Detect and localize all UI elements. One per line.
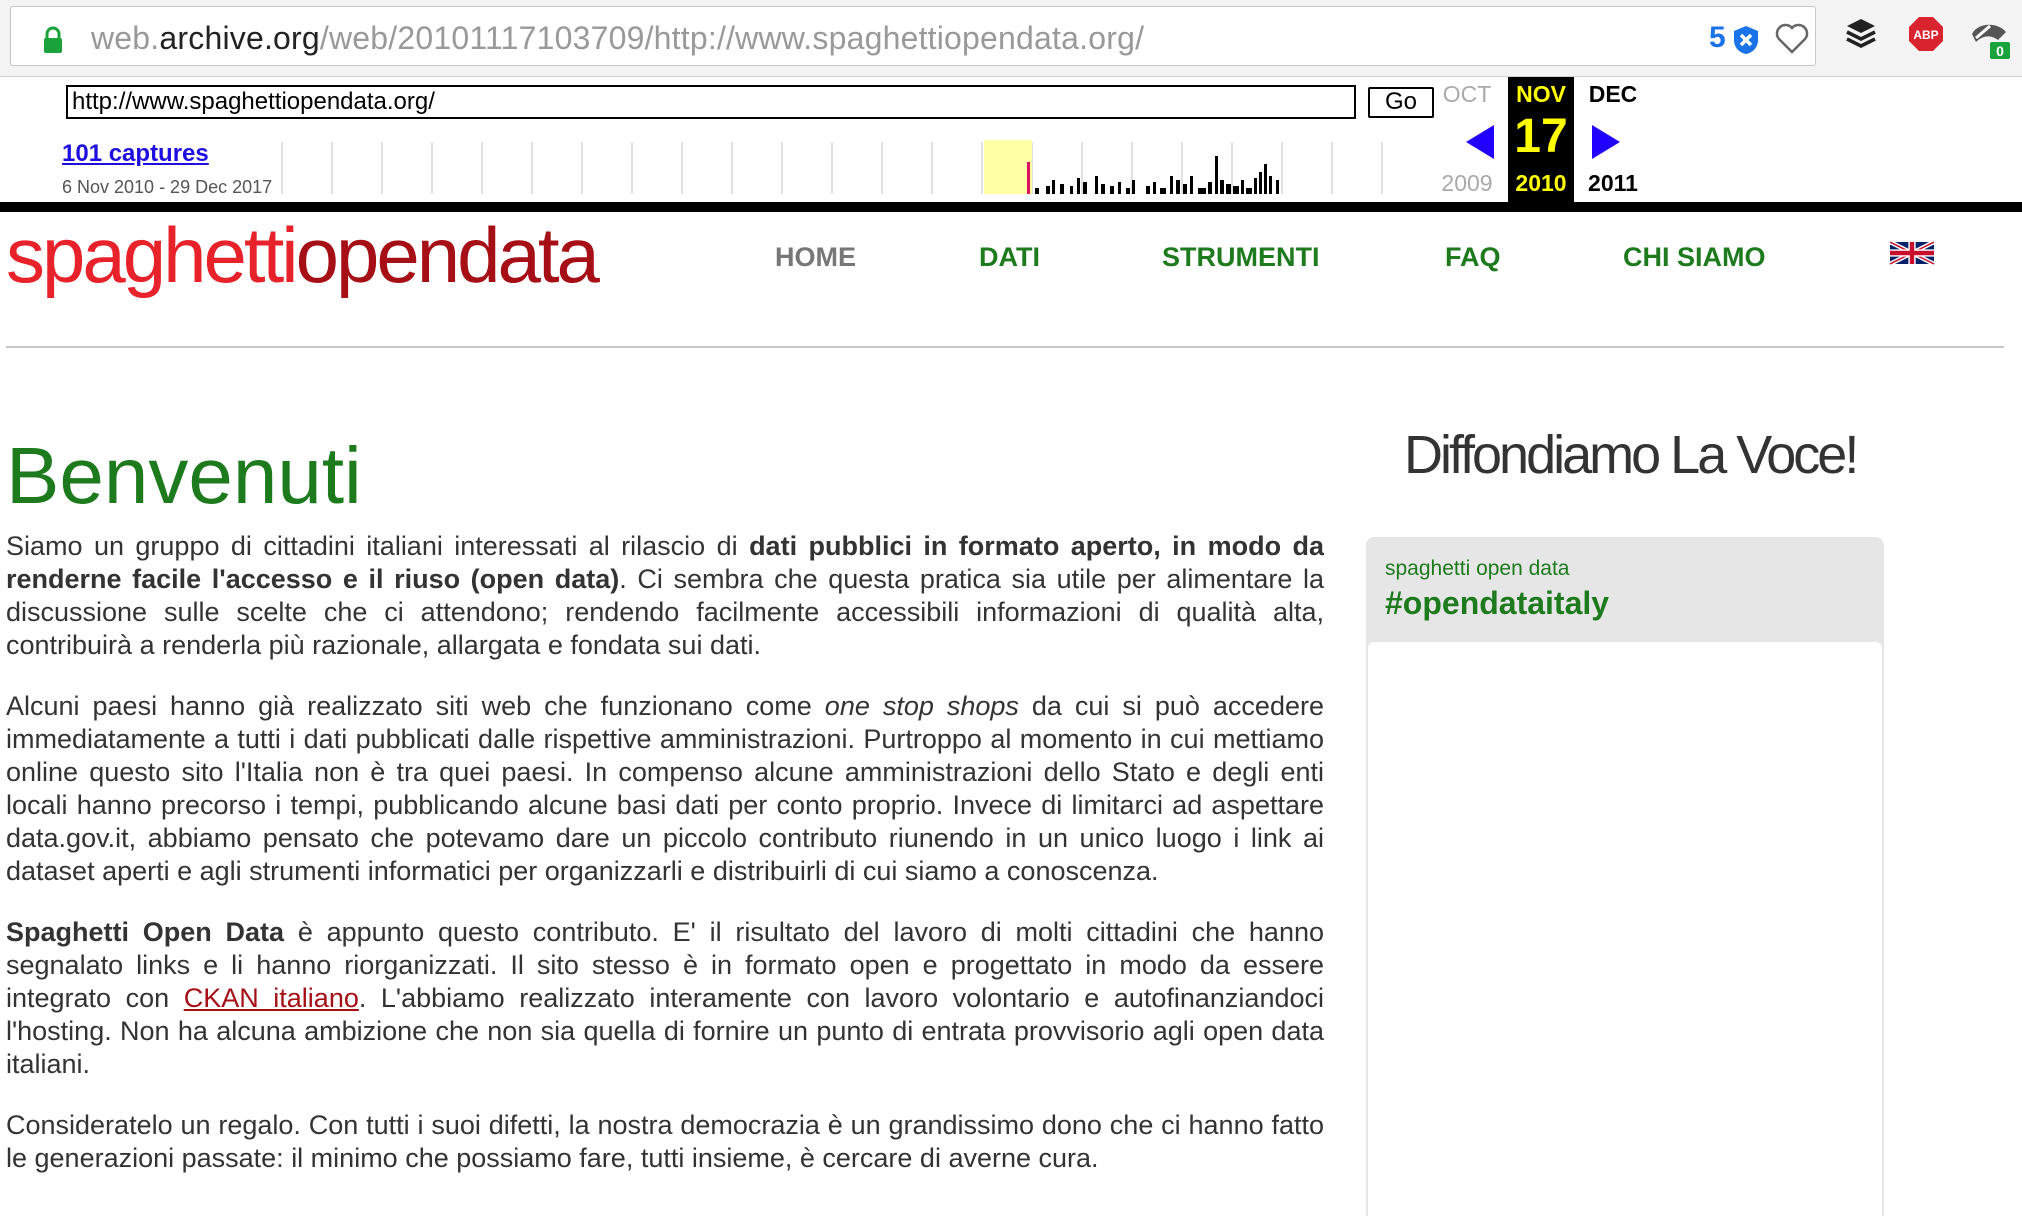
logo-part-spaghetti: spaghetti (6, 211, 299, 299)
widget-hashtag[interactable]: #opendataitaly (1385, 585, 1609, 622)
abp-label: ABP (1913, 28, 1938, 42)
twitter-widget: spaghetti open data #opendataitaly (1366, 537, 1884, 1216)
sidebar-title: Diffondiamo La Voce! (1404, 425, 1859, 485)
extension-badge-icon[interactable]: 0 (1968, 14, 2012, 60)
site-logo[interactable]: spaghettiopendata (6, 210, 600, 301)
ckan-link[interactable]: CKAN italiano (184, 983, 359, 1013)
address-url[interactable]: web.archive.org/web/20101117103709/http:… (91, 20, 1144, 57)
nav-strumenti[interactable]: STRUMENTI (1162, 242, 1320, 273)
page: { "browser": { "url_prefix": "web.", "ur… (0, 0, 2022, 1216)
widget-subtitle[interactable]: spaghetti open data (1385, 557, 1570, 581)
logo-part-opendata: opendata (295, 211, 600, 299)
next-year-label[interactable]: 2011 (1578, 170, 1648, 197)
current-year-label: 2010 (1515, 170, 1567, 196)
one-stop-shop-paragraph: Alcuni paesi hanno già realizzato siti w… (6, 691, 1324, 886)
captures-link[interactable]: 101 captures (62, 140, 209, 168)
wayback-go-button[interactable]: Go (1368, 87, 1434, 118)
main-content: Siamo un gruppo di cittadini italiani in… (6, 530, 1324, 1203)
address-bar[interactable]: web.archive.org/web/20101117103709/http:… (10, 6, 1816, 66)
captures-sparkline[interactable] (280, 136, 1430, 196)
widget-feed[interactable] (1368, 642, 1882, 1216)
extension-badge-count: 0 (1996, 43, 2004, 59)
wayback-calendar: OCT NOV DEC 17 2009 2010 2011 (1432, 77, 1652, 202)
nav-faq[interactable]: FAQ (1445, 242, 1501, 273)
lock-icon (44, 26, 62, 53)
adblock-plus-icon[interactable]: ABP (1908, 16, 1944, 52)
next-month-label[interactable]: DEC (1578, 81, 1648, 108)
prev-month-label[interactable]: OCT (1432, 81, 1502, 108)
browser-toolbar: web.archive.org/web/20101117103709/http:… (0, 0, 2022, 77)
nav-chi-siamo[interactable]: CHI SIAMO (1623, 242, 1766, 273)
captures-date-range: 6 Nov 2010 - 29 Dec 2017 (62, 177, 273, 197)
privacy-badger-icon[interactable] (1733, 25, 1759, 55)
current-day: 17 (1514, 110, 1568, 163)
nav-dati[interactable]: DATI (979, 242, 1040, 273)
current-month-label: NOV (1516, 81, 1566, 107)
buffer-stack-icon[interactable] (1844, 16, 1878, 50)
intro-paragraph: Siamo un gruppo di cittadini italiani in… (6, 531, 1324, 660)
uk-flag-icon[interactable] (1890, 240, 1934, 266)
contribution-paragraph: Spaghetti Open Data è appunto questo con… (6, 917, 1324, 1079)
page-title: Benvenuti (6, 431, 362, 520)
gift-paragraph: Consideratelo un regalo. Con tutti i suo… (6, 1110, 1324, 1173)
header-divider (6, 346, 2004, 348)
next-capture-arrow-icon[interactable] (1590, 123, 1622, 161)
wayback-url-input[interactable] (66, 85, 1356, 119)
heart-icon[interactable] (1775, 23, 1809, 55)
prev-year-label[interactable]: 2009 (1432, 170, 1502, 197)
nav-home[interactable]: HOME (775, 242, 856, 273)
extension-count: 5 (1709, 21, 1726, 54)
prev-capture-arrow-icon[interactable] (1464, 123, 1496, 161)
